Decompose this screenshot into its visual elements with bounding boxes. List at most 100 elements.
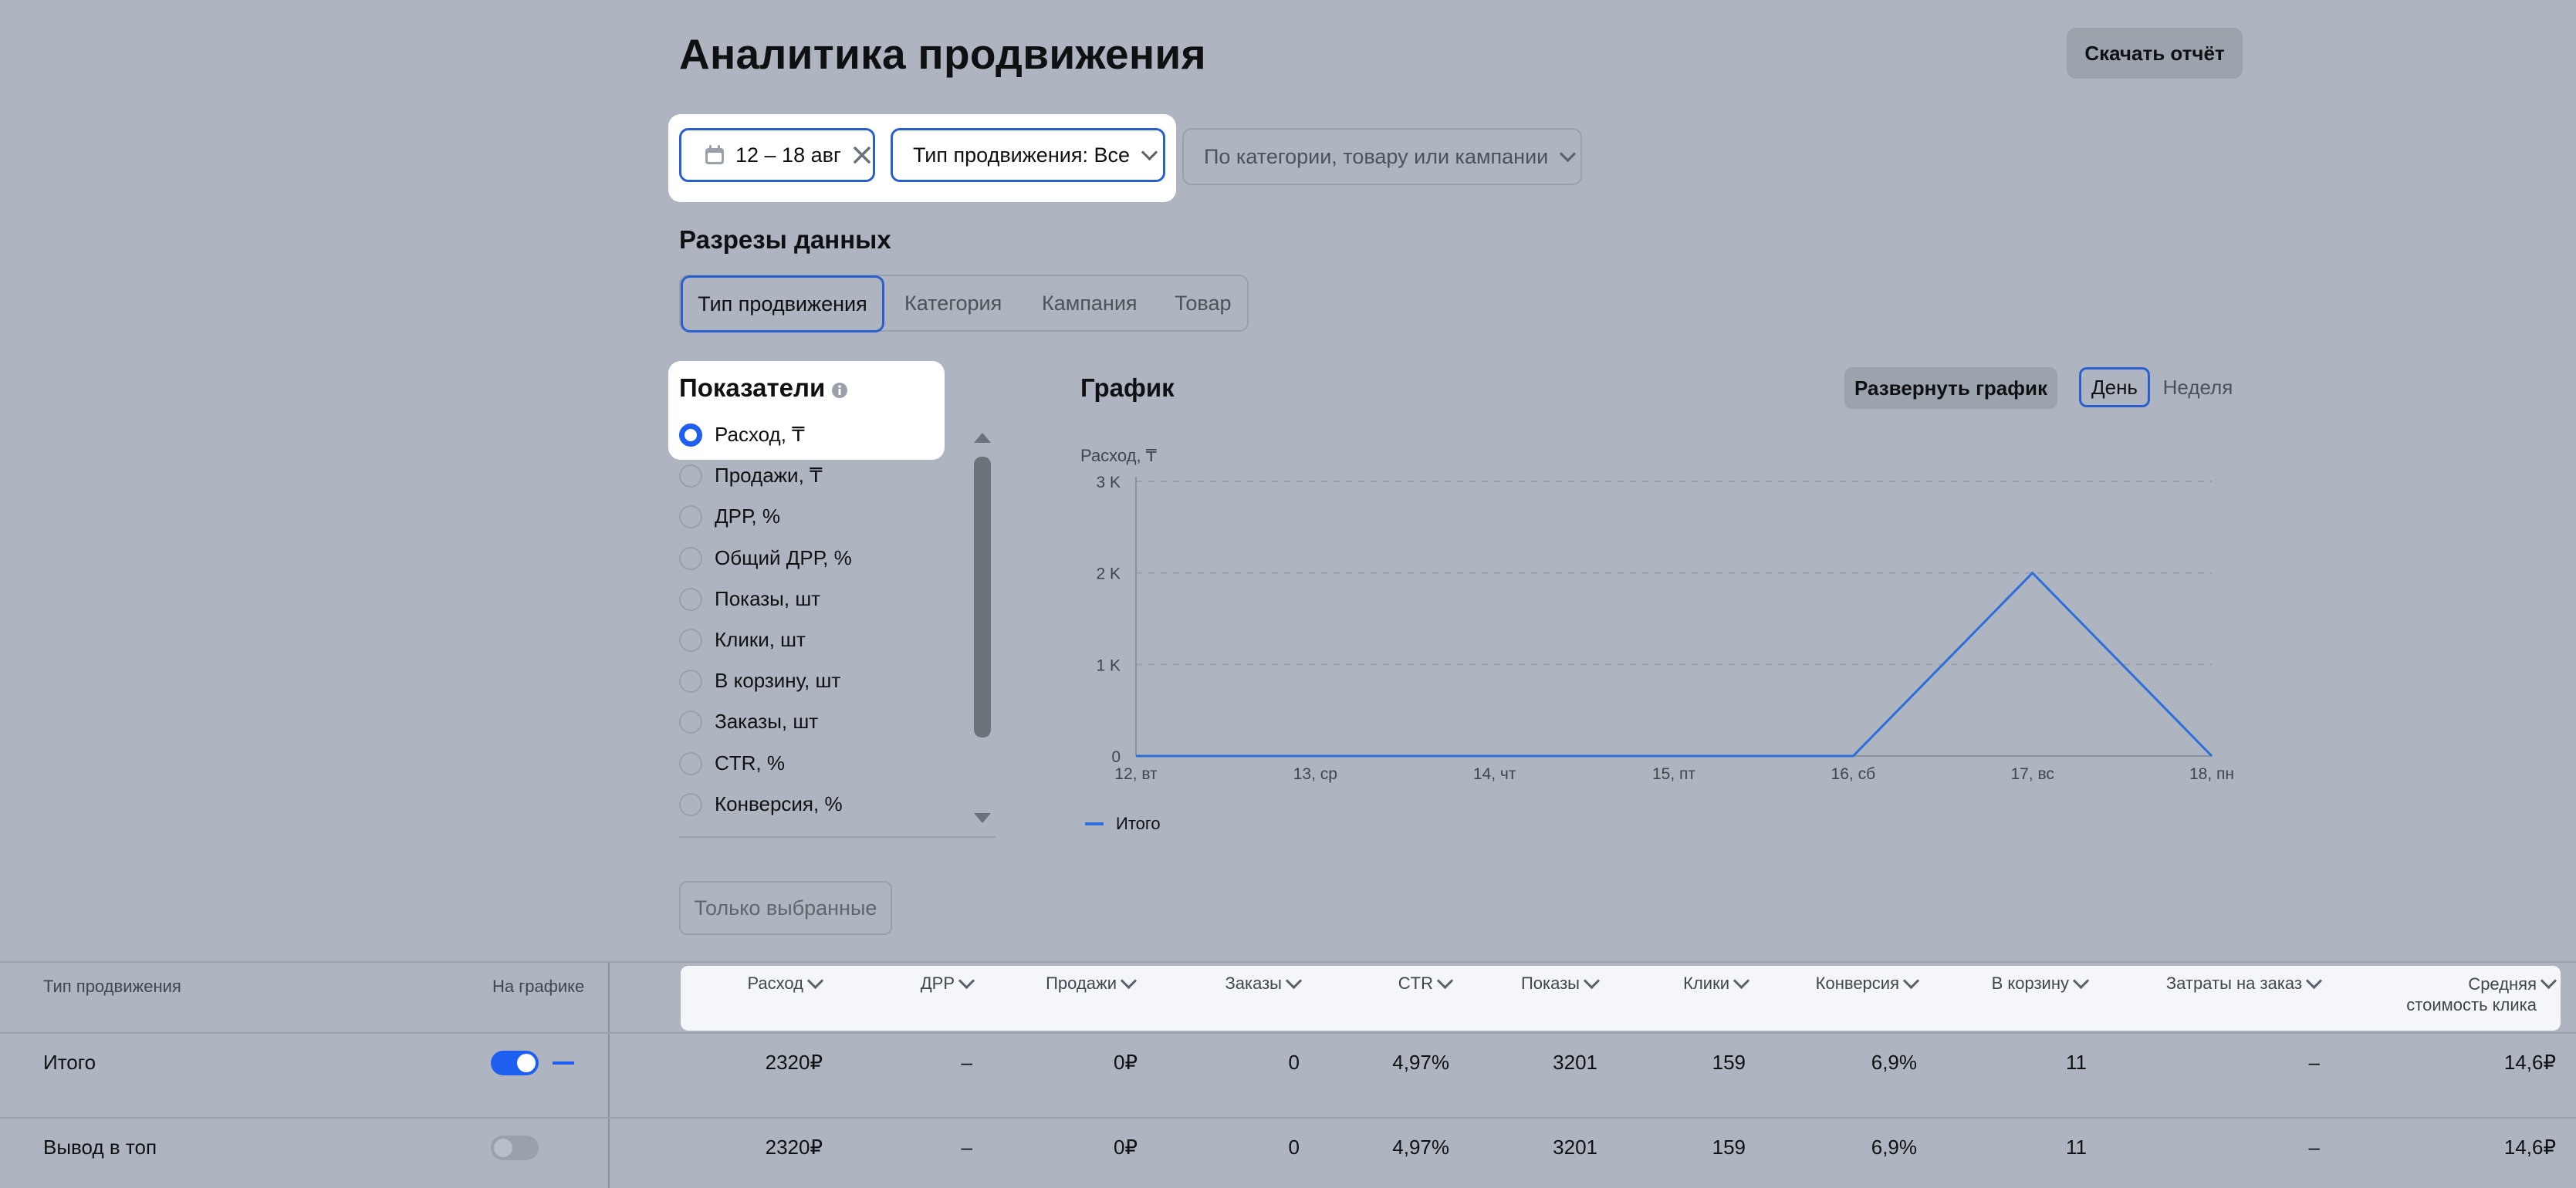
metric-option[interactable]: ДРР, % — [679, 505, 780, 528]
radio[interactable] — [679, 546, 702, 570]
radio[interactable] — [679, 628, 702, 652]
tab-category[interactable]: Категория — [904, 276, 1002, 330]
cell-cost-per-order: – — [2308, 1136, 2320, 1159]
period-week-toggle[interactable]: Неделя — [2153, 367, 2243, 407]
th-impressions[interactable]: Показы — [1489, 972, 1601, 994]
th-ctr[interactable]: CTR — [1358, 972, 1454, 994]
chevron-down-icon — [1141, 143, 1158, 160]
cell-add-to-cart: 11 — [2066, 1051, 2087, 1074]
x-tick-label: 14, чт — [1473, 765, 1516, 783]
scroll-down-icon[interactable] — [972, 812, 992, 825]
tab-promo-type[interactable]: Тип продвижения — [681, 275, 884, 332]
cell-sales: 0₽ — [1113, 1136, 1138, 1159]
th-label: Показы — [1520, 974, 1580, 993]
y-tick-label: 0 — [1111, 748, 1121, 766]
th-promo-type: Тип продвижения — [43, 977, 181, 996]
metric-option[interactable]: Клики, шт — [679, 628, 806, 652]
radio[interactable] — [679, 710, 702, 734]
metric-option[interactable]: В корзину, шт — [679, 669, 840, 693]
x-tick-label: 16, сб — [1831, 765, 1876, 783]
radio[interactable] — [679, 464, 702, 488]
metric-option[interactable]: Расход, ₸ — [679, 423, 805, 447]
line-chart: Расход, ₸ 0 1 K 2 K 3 K 12, вт 13, ср 14, чт 15… — [1080, 446, 2234, 833]
date-filter[interactable]: 12 – 18 авг — [679, 128, 875, 182]
chevron-down-icon — [2540, 972, 2557, 990]
series-line-swatch — [553, 1061, 574, 1065]
chevron-down-icon — [1285, 972, 1303, 990]
metric-option[interactable]: Конверсия, % — [679, 792, 843, 816]
metric-label: Конверсия, % — [715, 792, 843, 815]
cell-avg-cpc: 14,6₽ — [2503, 1136, 2556, 1159]
chevron-down-icon — [1733, 972, 1750, 990]
radio[interactable] — [679, 751, 702, 775]
th-label: Клики — [1683, 974, 1729, 993]
dimension-select-placeholder: По категории, товару или кампании — [1204, 144, 1549, 168]
date-filter-label: 12 – 18 авг — [735, 143, 841, 167]
metric-label: ДРР, % — [715, 505, 780, 528]
metrics-divider — [679, 836, 996, 838]
y-tick-label: 2 K — [1096, 565, 1121, 583]
row-name: Вывод в топ — [43, 1136, 157, 1159]
metric-label: Общий ДРР, % — [715, 546, 852, 569]
cell-add-to-cart: 11 — [2066, 1136, 2087, 1159]
download-report-button[interactable]: Скачать отчёт — [2067, 28, 2243, 79]
radio[interactable] — [679, 505, 702, 528]
slices-heading: Разрезы данных — [679, 225, 891, 254]
cell-avg-cpc: 14,6₽ — [2503, 1051, 2556, 1074]
radio[interactable] — [679, 669, 702, 693]
on-chart-toggle[interactable] — [491, 1136, 539, 1160]
table-row-divider — [0, 1117, 2576, 1119]
y-tick-label: 1 K — [1096, 656, 1121, 674]
metric-label: Заказы, шт — [715, 710, 819, 733]
metric-label: Показы, шт — [715, 587, 821, 610]
metric-label: CTR, % — [715, 751, 785, 775]
radio[interactable] — [679, 587, 702, 611]
cell-orders: 0 — [1288, 1051, 1300, 1074]
only-selected-button[interactable]: Только выбранные — [679, 881, 892, 935]
metric-label: В корзину, шт — [715, 669, 841, 692]
metric-option[interactable]: Показы, шт — [679, 587, 820, 611]
x-tick-label: 18, пн — [2189, 765, 2234, 783]
tab-product[interactable]: Товар — [1175, 276, 1231, 330]
on-chart-toggle[interactable] — [491, 1051, 539, 1075]
calendar-icon — [705, 145, 724, 164]
metric-option[interactable]: Общий ДРР, % — [679, 546, 852, 570]
metric-option[interactable]: CTR, % — [679, 751, 785, 775]
expand-chart-button[interactable]: Развернуть график — [1844, 367, 2057, 409]
th-drr[interactable]: ДРР — [887, 972, 975, 994]
cell-spend: 2320₽ — [765, 1051, 823, 1074]
th-sales[interactable]: Продажи — [1011, 972, 1138, 994]
chevron-down-icon — [806, 972, 824, 990]
info-icon[interactable] — [831, 382, 848, 399]
tab-campaign[interactable]: Кампания — [1042, 276, 1138, 330]
cell-conversion: 6,9% — [1871, 1051, 1917, 1074]
cell-sales: 0₽ — [1113, 1051, 1138, 1074]
period-day-toggle[interactable]: День — [2079, 367, 2150, 407]
th-label: Расход — [747, 974, 803, 993]
th-label: Продажи — [1046, 974, 1117, 993]
th-clicks[interactable]: Клики — [1636, 972, 1750, 994]
radio[interactable] — [679, 792, 702, 816]
metrics-heading-text: Показатели — [679, 373, 826, 402]
th-cost-per-order[interactable]: Затраты на заказ — [2130, 972, 2323, 994]
th-label: Средняя стоимость клика — [2406, 974, 2537, 1014]
metric-label: Продажи, ₸ — [715, 464, 823, 487]
scroll-up-icon[interactable] — [972, 430, 992, 444]
th-orders[interactable]: Заказы — [1188, 972, 1303, 994]
chevron-down-icon — [2072, 972, 2090, 990]
metric-option[interactable]: Продажи, ₸ — [679, 464, 823, 488]
th-add-to-cart[interactable]: В корзину — [1960, 972, 2090, 994]
th-spend[interactable]: Расход — [725, 972, 824, 994]
metric-option[interactable]: Заказы, шт — [679, 710, 818, 734]
chevron-down-icon — [1902, 972, 1920, 990]
th-label: Заказы — [1225, 974, 1282, 993]
promo-type-filter[interactable]: Тип продвижения: Все — [891, 128, 1165, 182]
radio-selected[interactable] — [679, 423, 702, 447]
dimension-select[interactable]: По категории, товару или кампании — [1182, 128, 1582, 185]
scrollbar-thumb[interactable] — [974, 457, 991, 737]
cell-drr: – — [961, 1136, 972, 1159]
th-avg-cpc[interactable]: Средняя стоимость клика — [2354, 972, 2557, 1015]
cell-conversion: 6,9% — [1871, 1136, 1917, 1159]
th-conversion[interactable]: Конверсия — [1783, 972, 1920, 994]
close-icon[interactable] — [852, 145, 872, 165]
